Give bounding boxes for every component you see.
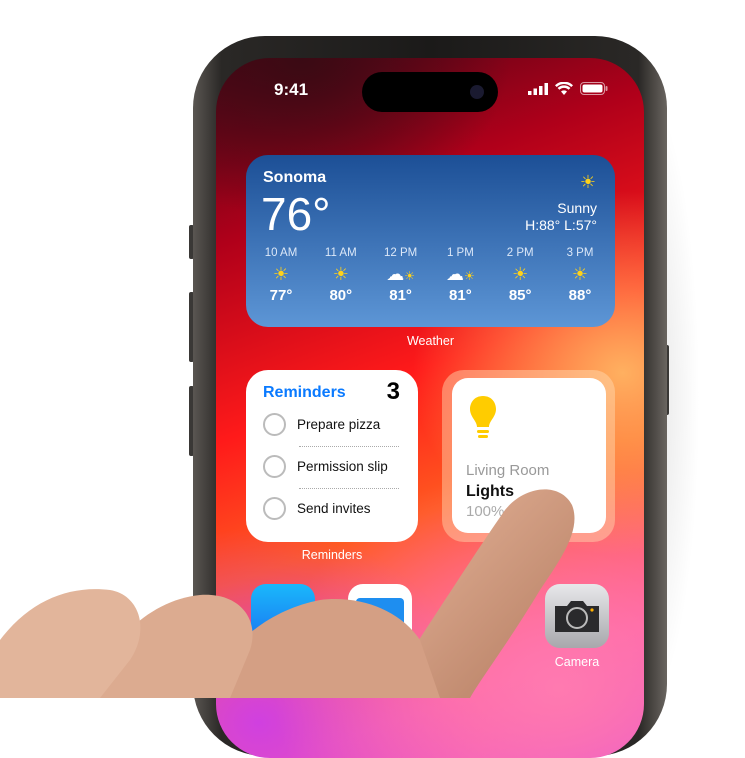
- partly-cloudy-icon: ☁☀: [446, 264, 475, 284]
- status-bar: 9:41: [216, 72, 644, 112]
- hour-time: 1 PM: [446, 247, 474, 259]
- divider: [299, 488, 399, 489]
- weather-widget[interactable]: Sonoma 76° ☀ Sunny H:88° L:57° 10 AM ☀ 77°…: [246, 155, 615, 327]
- hour-temp: 77°: [269, 287, 293, 304]
- battery-icon: [580, 82, 608, 95]
- reminder-item[interactable]: Permission slip: [263, 455, 388, 478]
- reminders-count: 3: [386, 378, 400, 405]
- dynamic-island: [362, 72, 498, 112]
- partly-cloudy-icon: ☁☀: [386, 264, 415, 284]
- reminder-item[interactable]: Prepare pizza: [263, 413, 380, 436]
- forecast-hour: 12 PM ☁☀ 81°: [376, 247, 426, 304]
- reminder-checkbox[interactable]: [263, 455, 286, 478]
- forecast-hour: 1 PM ☁☀ 81°: [435, 247, 485, 304]
- hour-time: 12 PM: [383, 247, 418, 259]
- reminders-widget-label: Reminders: [301, 548, 363, 562]
- hourly-forecast: 10 AM ☀ 77° 11 AM ☀ 80° 12 PM ☁☀ 81° 1 PM ☁☀ 81°…: [256, 247, 605, 304]
- folder-icon: [356, 598, 404, 628]
- hour-temp: 81°: [449, 287, 472, 304]
- hour-temp: 81°: [389, 287, 412, 304]
- hour-temp: 85°: [508, 287, 532, 304]
- brightness-level: 100%: [466, 503, 505, 520]
- weather-condition: Sunny: [557, 200, 597, 216]
- hour-temp: 88°: [568, 287, 592, 304]
- reminders-widget[interactable]: Reminders 3 Prepare pizza Permission sli…: [246, 370, 418, 542]
- sun-icon: ☀: [512, 264, 529, 284]
- forecast-hour: 2 PM ☀ 85°: [495, 247, 545, 304]
- camera-app-label: Camera: [554, 655, 600, 669]
- hour-time: 3 PM: [566, 247, 594, 259]
- app-store-app[interactable]: [251, 584, 315, 648]
- little-finger: [0, 589, 141, 698]
- front-camera-icon: [470, 85, 484, 99]
- clock: 9:41: [274, 80, 309, 99]
- sun-icon: ☀: [571, 264, 589, 284]
- reminder-text: Send invites: [297, 501, 371, 516]
- wifi-icon: [555, 82, 573, 95]
- sun-icon: ☀: [272, 264, 290, 284]
- reminder-item[interactable]: Send invites: [263, 497, 371, 520]
- forecast-hour: 3 PM ☀ 88°: [555, 247, 605, 304]
- sun-icon: ☀: [332, 264, 349, 284]
- hour-temp: 80°: [329, 287, 353, 304]
- weather-city: Sonoma: [263, 169, 327, 186]
- hour-time: 11 AM: [324, 247, 357, 259]
- current-temperature: 76°: [261, 188, 331, 240]
- camera-icon: [555, 601, 599, 632]
- forecast-hour: 10 AM ☀ 77°: [256, 247, 306, 304]
- home-lights-widget[interactable]: Living Room Lights 100%: [452, 378, 606, 533]
- reminder-text: Permission slip: [297, 459, 388, 474]
- hour-time: 2 PM: [506, 247, 534, 259]
- reminders-title: Reminders: [263, 384, 346, 401]
- forecast-hour: 11 AM ☀ 80°: [316, 247, 366, 304]
- reminder-checkbox[interactable]: [263, 413, 286, 436]
- high-low: H:88° L:57°: [525, 217, 597, 233]
- lightbulb-icon: [470, 396, 496, 438]
- accessory-name: Lights: [466, 483, 514, 500]
- home-screen: 9:41 Sonoma 76° ☀ Sunny H:88° L:57° 10 A…: [216, 58, 644, 758]
- reminder-checkbox[interactable]: [263, 497, 286, 520]
- cellular-signal-icon: [528, 82, 548, 95]
- room-name: Living Room: [466, 462, 550, 479]
- divider: [299, 446, 399, 447]
- reminder-text: Prepare pizza: [297, 417, 381, 432]
- weather-widget-label: Weather: [406, 334, 454, 348]
- files-app[interactable]: [348, 584, 412, 648]
- sun-icon: ☀: [579, 172, 596, 192]
- camera-app[interactable]: [545, 584, 609, 648]
- hour-time: 10 AM: [264, 247, 298, 259]
